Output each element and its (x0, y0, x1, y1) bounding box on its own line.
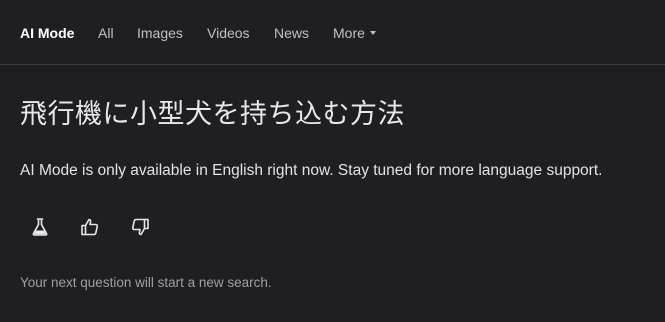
tab-videos[interactable]: Videos (207, 25, 250, 41)
thumbs-down-icon (131, 218, 149, 236)
thumbs-up-button[interactable] (78, 215, 102, 239)
top-nav: AI Mode All Images Videos News More (0, 0, 665, 65)
tab-images[interactable]: Images (137, 25, 183, 41)
new-search-hint: Your next question will start a new sear… (20, 275, 272, 290)
thumbs-up-icon (81, 218, 99, 236)
language-notice: AI Mode is only available in English rig… (20, 162, 603, 179)
tab-more[interactable]: More (333, 25, 376, 41)
thumbs-down-button[interactable] (128, 215, 152, 239)
chevron-down-icon (369, 31, 376, 36)
tab-more-label: More (333, 25, 365, 41)
tab-news[interactable]: News (274, 25, 309, 41)
query-heading: 飛行機に小型犬を持ち込む方法 (20, 99, 405, 130)
tab-all[interactable]: All (98, 25, 114, 41)
flask-icon (32, 218, 48, 236)
labs-button[interactable] (28, 215, 52, 239)
tab-ai-mode[interactable]: AI Mode (20, 25, 74, 41)
